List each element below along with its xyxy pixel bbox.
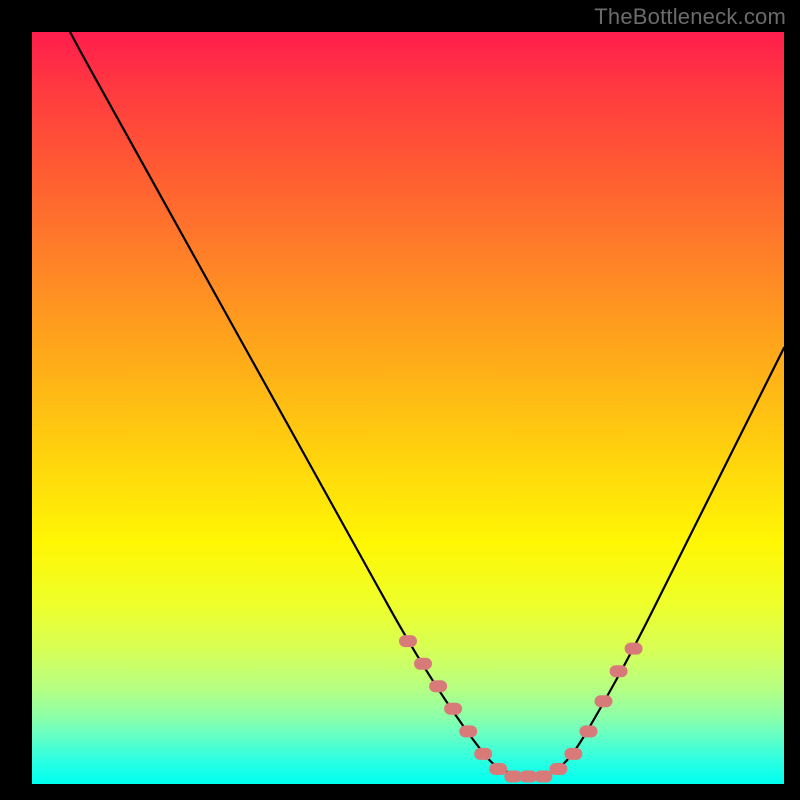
marker-point	[534, 771, 552, 783]
marker-point	[399, 635, 417, 647]
marker-point	[610, 665, 628, 677]
attribution-label: TheBottleneck.com	[594, 4, 786, 30]
marker-group	[399, 635, 643, 782]
marker-point	[595, 695, 613, 707]
marker-point	[625, 643, 643, 655]
marker-point	[519, 771, 537, 783]
marker-point	[580, 725, 598, 737]
marker-point	[564, 748, 582, 760]
marker-point	[549, 763, 567, 775]
marker-point	[504, 771, 522, 783]
plot-area	[30, 30, 786, 786]
chart-svg	[32, 32, 784, 784]
marker-point	[414, 658, 432, 670]
marker-point	[429, 680, 447, 692]
marker-point	[459, 725, 477, 737]
marker-point	[444, 703, 462, 715]
marker-point	[474, 748, 492, 760]
marker-point	[489, 763, 507, 775]
bottleneck-curve-path	[32, 32, 784, 777]
